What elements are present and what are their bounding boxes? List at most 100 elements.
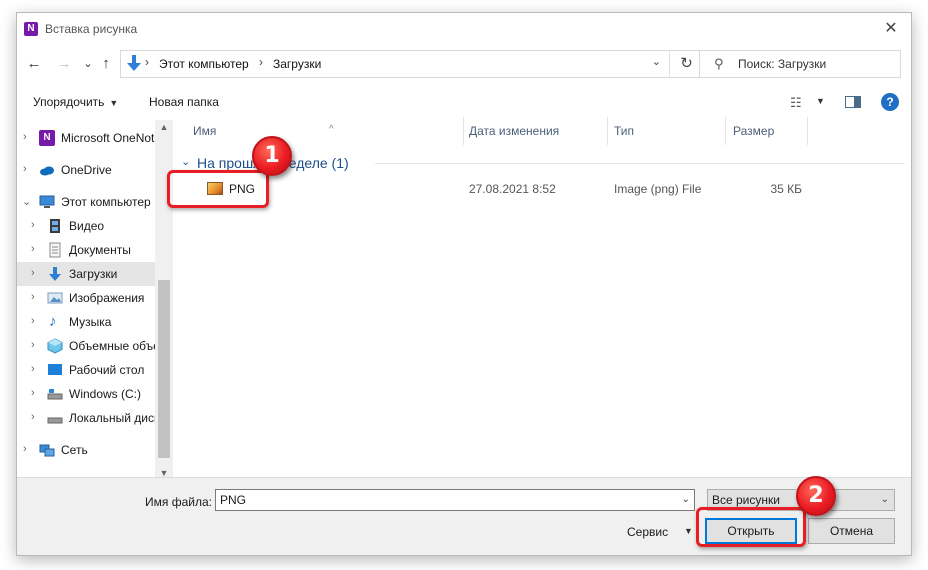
search-input[interactable]: [738, 55, 893, 73]
view-options-icon[interactable]: ☷: [790, 95, 802, 111]
chevron-right-icon[interactable]: ›: [23, 131, 33, 143]
help-icon[interactable]: ?: [881, 93, 899, 111]
column-header-type[interactable]: Тип: [614, 117, 724, 143]
column-divider[interactable]: [463, 117, 464, 145]
preview-pane-icon[interactable]: [845, 96, 861, 108]
column-label: Размер: [733, 124, 775, 138]
nav-label: Загрузки: [69, 267, 118, 281]
nav-label: Сеть: [61, 443, 88, 457]
close-button[interactable]: ✕: [879, 18, 903, 40]
caret-down-icon: ▼: [109, 98, 119, 108]
nav-label: Этот компьютер: [61, 195, 151, 209]
nav-label: Локальный диск: [69, 411, 160, 425]
onenote-icon: N: [39, 130, 55, 146]
chevron-right-icon[interactable]: ›: [31, 267, 41, 279]
column-divider[interactable]: [607, 117, 608, 145]
nav-item-music[interactable]: › ♪ Музыка: [17, 310, 155, 334]
documents-icon: [49, 242, 61, 258]
chevron-down-icon[interactable]: ⌄: [652, 55, 661, 68]
nav-label: Windows (C:): [69, 387, 142, 401]
chevron-down-icon[interactable]: ⌄: [682, 494, 690, 505]
nav-item-desktop[interactable]: › Рабочий стол: [17, 358, 155, 382]
column-divider[interactable]: [725, 117, 726, 145]
group-divider: [375, 163, 905, 164]
column-divider[interactable]: [807, 117, 808, 145]
nav-label: Видео: [69, 219, 105, 233]
column-header-name[interactable]: Имя ^: [193, 117, 463, 143]
search-icon: ⚲: [714, 56, 724, 71]
nav-item-this-pc[interactable]: ⌄ Этот компьютер: [17, 190, 155, 214]
breadcrumb-separator[interactable]: ›: [259, 55, 263, 69]
up-button[interactable]: ↑: [95, 53, 117, 75]
desktop-icon: [48, 364, 62, 375]
nav-item-3d-objects[interactable]: › Объемные объекты: [17, 334, 173, 358]
nav-label: Изображения: [69, 291, 145, 305]
nav-label: OneDrive: [61, 163, 112, 177]
step-badge-1: 1: [252, 136, 292, 176]
nav-item-pictures[interactable]: › Изображения: [17, 286, 155, 310]
tools-menu[interactable]: Сервис: [627, 525, 668, 539]
navigation-row: ← → ⌄ ↑ › Этот компьютер › Загрузки ⌄ ↻ …: [17, 49, 911, 79]
chevron-down-icon[interactable]: ⌄: [181, 155, 190, 168]
chevron-right-icon[interactable]: ›: [31, 339, 41, 351]
sort-arrow-icon: ^: [329, 124, 334, 135]
3d-objects-icon: [47, 338, 63, 354]
highlight-frame-open: [696, 507, 806, 547]
chevron-right-icon[interactable]: ›: [31, 411, 41, 423]
back-button[interactable]: ←: [23, 53, 45, 75]
nav-label: Документы: [69, 243, 131, 257]
address-bar[interactable]: › Этот компьютер › Загрузки ⌄ ↻: [120, 50, 704, 78]
scroll-up-icon[interactable]: ▲: [155, 122, 173, 132]
pictures-icon: [47, 292, 63, 304]
nav-item-network[interactable]: › Сеть: [17, 438, 155, 462]
caret-down-icon[interactable]: ▼: [816, 96, 825, 106]
organize-label: Упорядочить: [33, 95, 105, 109]
forward-button[interactable]: →: [53, 53, 75, 75]
downloads-icon: [49, 267, 61, 281]
nav-item-windows-c[interactable]: › Windows (C:): [17, 382, 155, 406]
organize-menu[interactable]: Упорядочить ▼: [33, 95, 118, 109]
command-toolbar: Упорядочить ▼ Новая папка ☷ ▼ ?: [17, 89, 911, 117]
step-badge-2: 2: [796, 476, 836, 516]
downloads-icon: [127, 55, 141, 71]
nav-item-documents[interactable]: › Документы: [17, 238, 155, 262]
chevron-right-icon[interactable]: ›: [23, 443, 33, 455]
nav-item-video[interactable]: › Видео: [17, 214, 155, 238]
breadcrumb-downloads[interactable]: Загрузки: [273, 57, 321, 71]
nav-item-downloads[interactable]: › Загрузки: [17, 262, 155, 286]
cancel-button[interactable]: Отмена: [808, 518, 895, 544]
chevron-down-icon[interactable]: ⌄: [22, 195, 32, 208]
nav-label: Microsoft OneNote: [61, 131, 162, 145]
breadcrumb-separator[interactable]: ›: [145, 55, 149, 69]
caret-down-icon[interactable]: ▼: [684, 526, 693, 536]
column-label: Тип: [614, 124, 635, 138]
file-list: Имя ^ Дата изменения Тип Размер ⌄ На про…: [177, 117, 911, 477]
chevron-right-icon[interactable]: ›: [31, 387, 41, 399]
chevron-right-icon[interactable]: ›: [31, 243, 41, 255]
nav-item-onenote[interactable]: › N Microsoft OneNote: [17, 126, 161, 150]
title-bar: N Вставка рисунка ✕: [17, 13, 911, 45]
chevron-down-icon[interactable]: ⌄: [881, 494, 889, 505]
column-header-date[interactable]: Дата изменения: [469, 117, 609, 143]
chevron-right-icon[interactable]: ›: [31, 219, 41, 231]
new-folder-button[interactable]: Новая папка: [149, 95, 219, 109]
file-date: 27.08.2021 8:52: [469, 182, 556, 196]
refresh-button[interactable]: ↻: [669, 51, 703, 77]
filename-field[interactable]: PNG ⌄: [215, 489, 695, 511]
chevron-right-icon[interactable]: ›: [31, 291, 41, 303]
insert-picture-dialog: N Вставка рисунка ✕ ← → ⌄ ↑ › Этот компь…: [16, 12, 912, 556]
chevron-right-icon[interactable]: ›: [23, 163, 33, 175]
file-row[interactable]: PNG 27.08.2021 8:52 Image (png) File 35 …: [177, 177, 907, 201]
nav-item-local-disk[interactable]: › Локальный диск: [17, 406, 159, 430]
onenote-app-icon: N: [24, 22, 38, 36]
scroll-thumb[interactable]: [158, 280, 170, 458]
filter-value: Все рисунки: [712, 493, 780, 507]
nav-item-onedrive[interactable]: › OneDrive: [17, 158, 155, 182]
chevron-right-icon[interactable]: ›: [31, 363, 41, 375]
nav-label: Рабочий стол: [69, 363, 145, 377]
chevron-right-icon[interactable]: ›: [31, 315, 41, 327]
column-header-size[interactable]: Размер: [733, 117, 803, 143]
breadcrumb-this-pc[interactable]: Этот компьютер: [159, 57, 249, 71]
music-icon: ♪: [49, 313, 57, 330]
search-box[interactable]: ⚲: [699, 50, 901, 78]
